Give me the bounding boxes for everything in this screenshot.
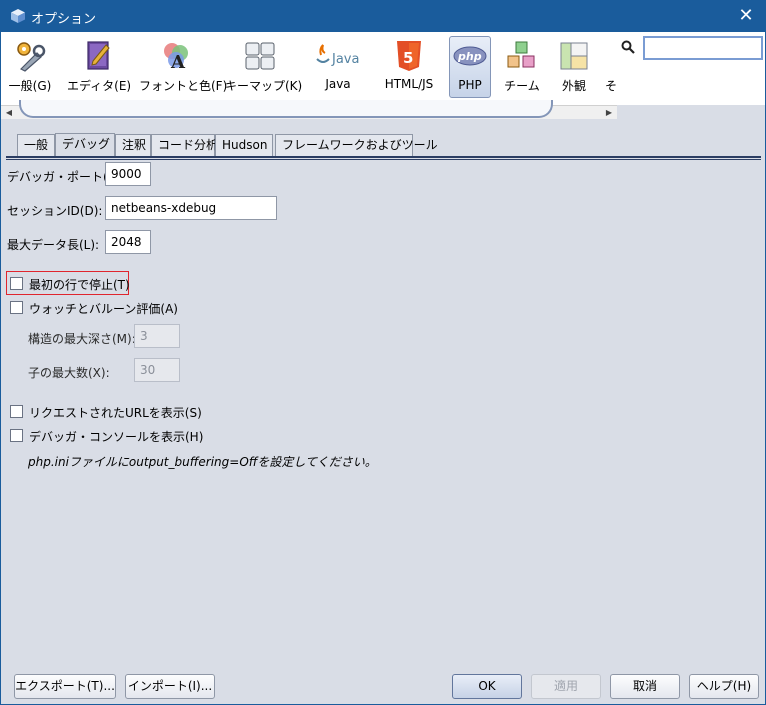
- keyboard-icon: [245, 42, 275, 70]
- import-button[interactable]: インポート(I)...: [125, 674, 215, 699]
- watch-eval-label[interactable]: ウォッチとバルーン評価(A): [29, 300, 178, 317]
- scroll-right-icon[interactable]: ▶: [603, 107, 615, 119]
- show-urls-checkbox[interactable]: [10, 405, 23, 418]
- tab-divider: [6, 156, 761, 158]
- show-console-label[interactable]: デバッガ・コンソールを表示(H): [29, 428, 203, 445]
- category-appearance[interactable]: 外観: [553, 36, 595, 98]
- tab-code-analysis[interactable]: コード分析: [151, 134, 218, 156]
- tab-annotations[interactable]: 注釈: [115, 134, 151, 156]
- category-misc[interactable]: そ: [605, 36, 617, 98]
- category-label: 外観: [561, 79, 586, 93]
- stop-first-line-checkbox[interactable]: [10, 277, 23, 290]
- category-keymap[interactable]: キーマップ(K): [225, 36, 303, 98]
- svg-text:php: php: [457, 50, 482, 63]
- max-depth-label: 構造の最大深さ(M):: [28, 332, 136, 346]
- svg-text:A: A: [170, 52, 186, 73]
- search-input[interactable]: [643, 36, 763, 60]
- tab-frameworks-tools[interactable]: フレームワークおよびツール: [275, 134, 438, 156]
- category-label: チーム: [504, 79, 540, 93]
- scroll-left-icon[interactable]: ◀: [3, 107, 15, 119]
- max-data-length-label: 最大データ長(L):: [7, 238, 100, 252]
- editor-book-icon: [87, 41, 110, 70]
- show-console-checkbox[interactable]: [10, 429, 23, 442]
- svg-text:Java: Java: [331, 52, 359, 67]
- scroll-thumb[interactable]: [19, 100, 553, 118]
- category-label: フォントと色(F): [139, 79, 228, 93]
- category-java[interactable]: Java Java: [311, 36, 365, 98]
- category-label: 一般(G): [8, 79, 52, 93]
- category-label: キーマップ(K): [225, 79, 303, 93]
- category-label: HTML/JS: [384, 77, 434, 91]
- watch-eval-checkbox[interactable]: [10, 301, 23, 314]
- category-general[interactable]: 一般(G): [5, 36, 55, 98]
- max-depth-field: 3: [134, 324, 180, 348]
- category-team[interactable]: チーム: [501, 36, 543, 98]
- html5-icon: 5: [397, 41, 421, 71]
- window-title: オプション: [31, 12, 97, 27]
- team-cubes-icon: [507, 41, 535, 68]
- category-php[interactable]: php PHP: [449, 36, 491, 98]
- session-id-label: セッションID(D):: [7, 204, 103, 218]
- title-bar: オプション ✕: [1, 1, 765, 32]
- cancel-button[interactable]: 取消: [610, 674, 680, 699]
- category-label: PHP: [458, 78, 482, 92]
- category-label: そ: [605, 79, 617, 93]
- port-field[interactable]: 9000: [105, 162, 151, 186]
- category-toolbar: 一般(G) エディタ(E) A フォントと色(F) キーマップ(K) Java …: [1, 32, 765, 105]
- apply-button[interactable]: 適用: [531, 674, 601, 699]
- svg-text:5: 5: [403, 49, 413, 67]
- category-fonts-colors[interactable]: A フォントと色(F): [139, 36, 228, 98]
- tab-debug[interactable]: デバッグ: [55, 133, 115, 157]
- netbeans-cube-icon: [11, 9, 25, 23]
- tab-general[interactable]: 一般: [17, 134, 55, 156]
- category-html-js[interactable]: 5 HTML/JS: [379, 36, 439, 98]
- stop-first-line-label[interactable]: 最初の行で停止(T): [29, 276, 130, 293]
- tab-divider: [6, 159, 761, 160]
- close-icon[interactable]: ✕: [735, 5, 757, 27]
- java-icon: Java: [316, 44, 359, 67]
- output-buffering-note: php.iniファイルにoutput_buffering=Offを設定してくださ…: [28, 455, 377, 469]
- show-urls-label[interactable]: リクエストされたURLを表示(S): [29, 404, 202, 421]
- category-label: Java: [325, 77, 351, 91]
- php-icon: php: [453, 46, 487, 66]
- max-data-length-field[interactable]: 2048: [105, 230, 151, 254]
- gears-icon: [17, 42, 46, 72]
- options-dialog: オプション ✕ 一般(G) エディタ(E) A フォントと色(F) キーマップ(…: [0, 0, 766, 705]
- help-button[interactable]: ヘルプ(H): [689, 674, 759, 699]
- category-scrollbar[interactable]: ◀ ▶: [1, 100, 617, 119]
- category-label: エディタ(E): [67, 79, 132, 93]
- category-editor[interactable]: エディタ(E): [67, 36, 132, 98]
- search-icon: [621, 40, 635, 54]
- max-children-field: 30: [134, 358, 180, 382]
- max-children-label: 子の最大数(X):: [28, 366, 110, 380]
- appearance-icon: [560, 42, 588, 70]
- ok-button[interactable]: OK: [452, 674, 522, 699]
- export-button[interactable]: エクスポート(T)...: [14, 674, 116, 699]
- tab-hudson[interactable]: Hudson: [215, 134, 273, 156]
- session-id-field[interactable]: netbeans-xdebug: [105, 196, 277, 220]
- fonts-colors-icon: A: [164, 43, 188, 73]
